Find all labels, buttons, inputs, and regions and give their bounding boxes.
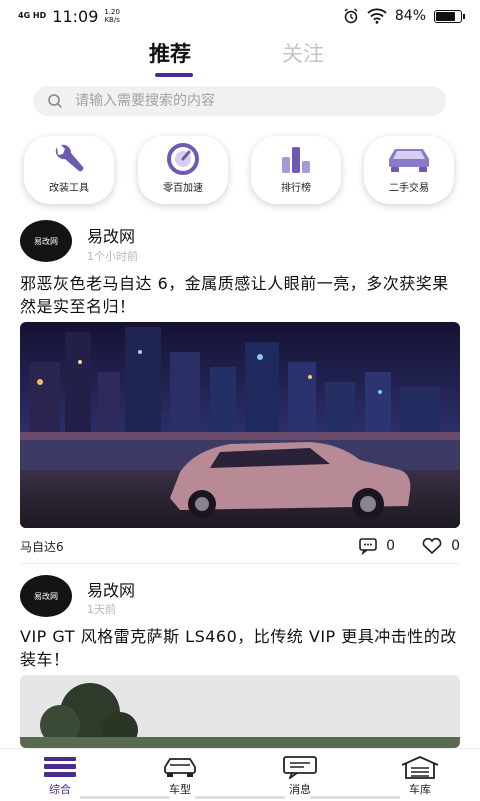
nav-item-feed[interactable]: 综合 — [20, 755, 100, 797]
active-tab-indicator — [155, 73, 193, 77]
tab-recommend[interactable]: 推荐 — [149, 38, 191, 68]
avatar[interactable]: 易改网 — [20, 575, 72, 617]
shortcut-acceleration[interactable]: 零百加速 — [138, 136, 228, 204]
post-image[interactable] — [20, 675, 460, 748]
shortcut-label: 改装工具 — [49, 183, 89, 194]
alarm-icon — [344, 8, 358, 24]
post-footer: 马自达6 0 0 — [20, 536, 460, 556]
tab-follow[interactable]: 关注 — [282, 38, 324, 68]
feed-icon — [44, 757, 76, 777]
clock: 11:09 — [52, 6, 99, 26]
nav-item-garage[interactable]: 车库 — [380, 755, 460, 797]
outdoor-car-photo — [20, 675, 460, 748]
post-divider — [20, 563, 460, 564]
shortcut-row: 改装工具 零百加速 排行榜 二手交易 — [0, 136, 480, 206]
shortcut-label: 零百加速 — [163, 183, 203, 194]
shortcut-used-trade[interactable]: 二手交易 — [364, 136, 454, 204]
search-icon — [48, 94, 62, 108]
shortcut-label: 二手交易 — [389, 183, 429, 194]
gesture-bar — [80, 796, 400, 799]
ranking-icon — [282, 147, 310, 173]
avatar[interactable]: 易改网 — [20, 220, 72, 262]
nav-label: 消息 — [289, 783, 311, 796]
post-tag[interactable]: 马自达6 — [20, 538, 64, 555]
post-author[interactable]: 易改网 — [87, 223, 135, 247]
car-outline-icon — [164, 758, 196, 777]
battery-icon — [434, 9, 465, 23]
search-bar[interactable] — [33, 86, 446, 116]
garage-icon — [401, 756, 439, 779]
nav-label: 综合 — [49, 783, 71, 796]
post-author[interactable]: 易改网 — [87, 577, 135, 601]
nav-label: 车库 — [409, 783, 431, 796]
nav-label: 车型 — [169, 783, 191, 796]
heart-icon[interactable] — [421, 537, 443, 555]
shortcut-label: 排行榜 — [281, 183, 311, 194]
message-icon — [283, 756, 317, 779]
post-title[interactable]: 邪恶灰色老马自达 6，金属质感让人眼前一亮，多次获奖果然是实至名归！ — [20, 272, 465, 318]
speedometer-icon — [167, 143, 199, 175]
battery-level — [436, 11, 456, 21]
status-bar: 4G HD 11:09 1.20 KB/s 84% — [0, 0, 480, 32]
post-title[interactable]: VIP GT 风格雷克萨斯 LS460，比传统 VIP 更具冲击性的改装车！ — [20, 625, 465, 671]
shortcut-ranking[interactable]: 排行榜 — [251, 136, 341, 204]
wrench-icon — [55, 144, 84, 172]
like-count: 0 — [451, 538, 460, 554]
comment-icon[interactable] — [358, 537, 378, 555]
network-indicator: 4G HD — [18, 11, 47, 20]
post-time: 1天前 — [87, 603, 116, 616]
night-city-car-photo — [20, 322, 460, 528]
comment-count: 0 — [386, 538, 396, 554]
network-speed: 1.20 KB/s — [104, 8, 120, 24]
top-tabs: 推荐 关注 — [0, 38, 480, 78]
wifi-icon — [367, 8, 387, 24]
search-input[interactable] — [73, 92, 407, 110]
car-icon — [389, 149, 429, 172]
post-time: 1个小时前 — [87, 250, 138, 263]
nav-item-messages[interactable]: 消息 — [260, 755, 340, 797]
post-image[interactable] — [20, 322, 460, 528]
shortcut-mod-tools[interactable]: 改装工具 — [24, 136, 114, 204]
nav-item-models[interactable]: 车型 — [140, 755, 220, 797]
battery-percent: 84% — [394, 8, 426, 24]
bottom-nav: 综合 车型 消息 车库 — [0, 748, 480, 801]
